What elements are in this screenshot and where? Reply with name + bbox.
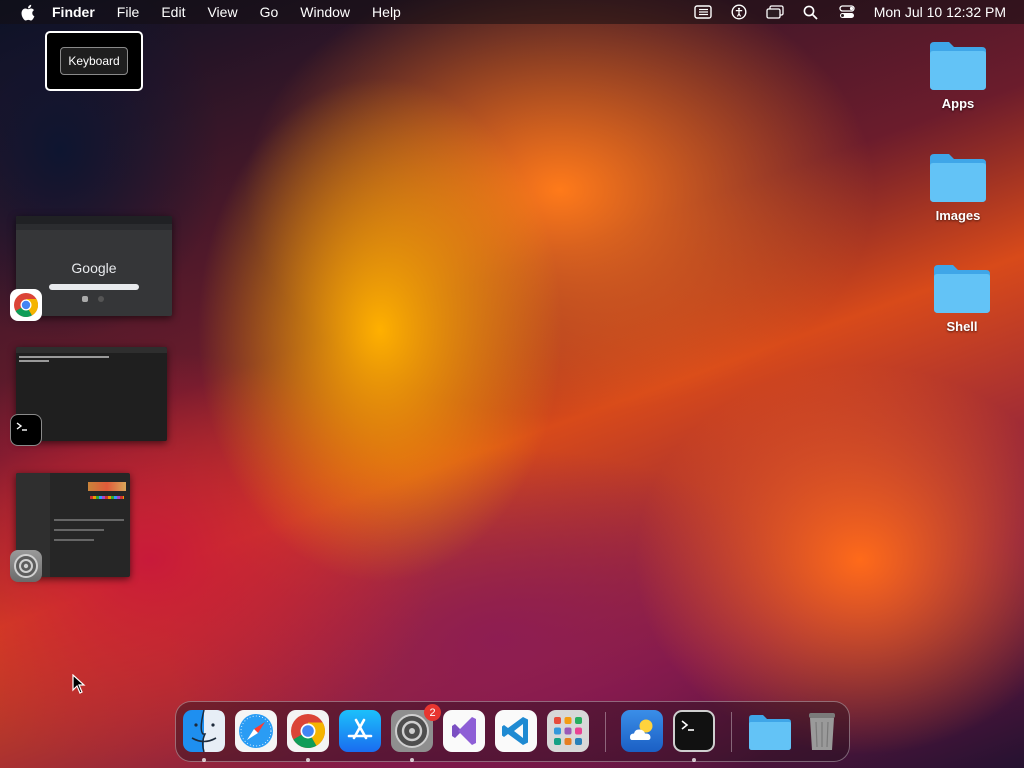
folder-label: Apps	[941, 96, 975, 111]
dock-vscode-icon[interactable]	[495, 710, 537, 752]
desktop-folder-apps[interactable]: Apps	[918, 38, 998, 111]
control-center-icon[interactable]	[838, 4, 856, 20]
dock-separator	[605, 712, 606, 752]
apple-menu-icon[interactable]	[18, 3, 36, 21]
accessibility-icon[interactable]	[730, 4, 748, 20]
folder-icon	[930, 154, 986, 202]
running-indicator	[692, 758, 696, 762]
dock-chrome-icon[interactable]	[287, 710, 329, 752]
dock-app-store-icon[interactable]	[339, 710, 381, 752]
dock-system-settings-icon[interactable]: 2	[391, 704, 441, 752]
mouse-cursor-icon	[72, 673, 86, 694]
search-icon[interactable]	[802, 4, 820, 20]
menu-edit[interactable]: Edit	[161, 4, 185, 20]
folder-icon	[934, 265, 990, 313]
dock: 2	[175, 701, 850, 762]
dock-visual-studio-icon[interactable]	[443, 710, 485, 752]
dock-trash-icon[interactable]	[801, 710, 843, 752]
running-indicator	[202, 758, 206, 762]
thumb-search-bar	[49, 284, 139, 290]
menu-help[interactable]: Help	[372, 4, 401, 20]
menu-window[interactable]: Window	[300, 4, 350, 20]
dock-finder-icon[interactable]	[183, 709, 225, 753]
menu-file[interactable]: File	[117, 4, 140, 20]
thumb-text-line	[19, 356, 109, 358]
dock-folder-icon[interactable]	[747, 710, 793, 752]
keyboard-overlay: Keyboard	[45, 31, 143, 91]
notification-badge: 2	[424, 704, 441, 721]
dock-safari-icon[interactable]	[235, 710, 277, 752]
desktop-folder-images[interactable]: Images	[918, 150, 998, 223]
thumb-accent-colors	[90, 496, 124, 499]
thumb-text-line	[54, 539, 94, 541]
thumb-wallpapers	[88, 482, 126, 491]
menu-app-name[interactable]: Finder	[52, 4, 95, 20]
thumb-text-line	[54, 529, 104, 531]
thumb-text-line	[54, 519, 124, 521]
google-logo-text: Google	[71, 260, 117, 276]
dock-separator	[731, 712, 732, 752]
running-indicator	[306, 758, 310, 762]
list-icon[interactable]	[694, 4, 712, 20]
thumb-tab-strip	[16, 216, 172, 224]
menubar-clock[interactable]: Mon Jul 10 12:32 PM	[874, 4, 1006, 20]
dock-terminal-icon[interactable]	[673, 710, 715, 752]
dock-weather-icon[interactable]	[621, 710, 663, 752]
desktop-folder-shell[interactable]: Shell	[922, 261, 1002, 334]
terminal-icon	[10, 414, 42, 446]
thumb-shortcut	[98, 296, 104, 302]
thumb-shortcut	[82, 296, 88, 302]
settings-icon	[10, 550, 42, 582]
folder-label: Shell	[946, 319, 978, 334]
chrome-icon	[10, 289, 42, 321]
menu-bar: Finder File Edit View Go Window Help Mon…	[0, 0, 1024, 24]
menu-view[interactable]: View	[207, 4, 237, 20]
dock-launchpad-icon[interactable]	[547, 710, 589, 752]
folder-label: Images	[935, 208, 981, 223]
running-indicator	[410, 758, 414, 762]
thumb-text-line	[19, 360, 49, 362]
keyboard-key-label: Keyboard	[60, 47, 128, 75]
thumb-toolbar	[16, 224, 172, 230]
thumb-title-bar	[16, 347, 167, 353]
folder-icon	[930, 42, 986, 90]
menu-go[interactable]: Go	[260, 4, 279, 20]
display-icon[interactable]	[766, 4, 784, 20]
